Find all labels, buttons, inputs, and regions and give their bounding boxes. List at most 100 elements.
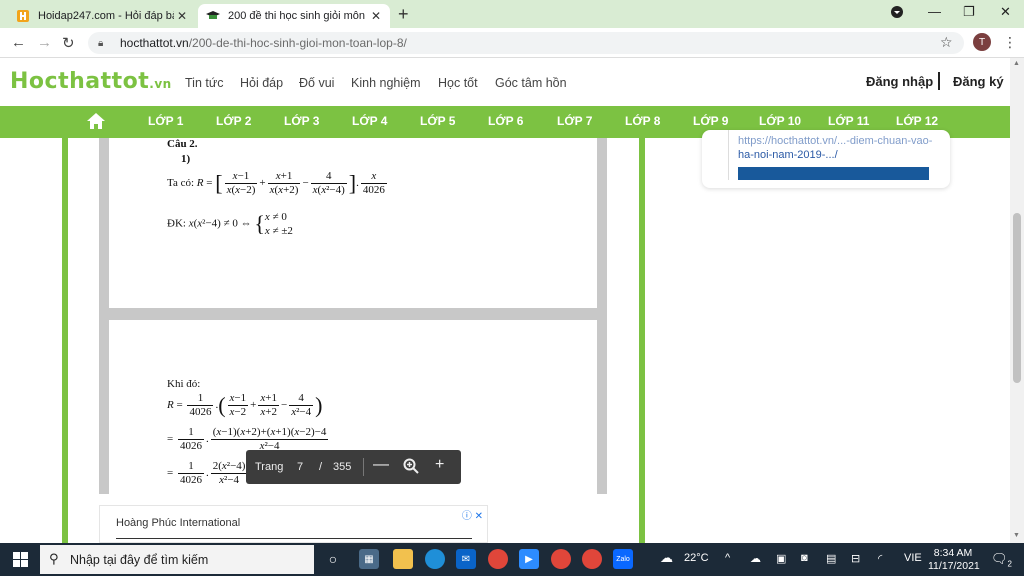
current-page-input[interactable]: 7 xyxy=(297,461,303,473)
logo-suffix: .vn xyxy=(149,77,172,91)
home-icon[interactable] xyxy=(86,112,106,130)
search-placeholder: Nhập tại đây để tìm kiếm xyxy=(70,552,209,567)
network-icon[interactable]: ⊟ xyxy=(851,552,860,565)
zalo-icon[interactable]: Zalo xyxy=(613,549,633,569)
grade-link-7[interactable]: LỚP 7 xyxy=(557,114,592,128)
profile-avatar[interactable]: T xyxy=(973,33,991,51)
zoom-icon[interactable] xyxy=(403,456,419,479)
login-link[interactable]: Đăng nhập xyxy=(866,74,933,89)
card-divider xyxy=(728,130,729,180)
search-icon: ⚲ xyxy=(49,551,59,566)
nav-hoc-tot[interactable]: Học tốt xyxy=(438,76,478,90)
logo-text: Hocthattot xyxy=(10,69,150,94)
tab-title: 200 đề thi học sinh giỏi môn Toá xyxy=(228,10,368,22)
clock-date: 11/17/2021 xyxy=(928,560,980,572)
register-link[interactable]: Đăng ký xyxy=(953,74,1004,89)
link-line: https://hocthattot.vn/...-diem-chuan-vao… xyxy=(738,135,933,147)
sidebar-card: https://hocthattot.vn/...-diem-chuan-vao… xyxy=(702,130,950,188)
onedrive-icon[interactable]: ☁ xyxy=(750,552,761,565)
nav-goc-tam-hon[interactable]: Góc tâm hồn xyxy=(495,76,567,90)
weather-cloud-icon[interactable]: ☁ xyxy=(660,550,673,566)
system-clock[interactable]: 8:34 AM 11/17/2021 xyxy=(928,547,980,573)
nav-kinh-nghiem[interactable]: Kinh nghiệm xyxy=(351,76,421,90)
reload-icon[interactable]: ↻ xyxy=(62,34,75,52)
app-tray-icon[interactable]: ▤ xyxy=(826,552,836,565)
bookmark-star-icon[interactable]: ☆ xyxy=(940,34,953,51)
tab-hocthattot[interactable]: 200 đề thi học sinh giỏi môn Toá ✕ xyxy=(198,4,390,28)
grade-link-6[interactable]: LỚP 6 xyxy=(488,114,523,128)
mail-icon[interactable]: ✉ xyxy=(456,549,476,569)
sidebar-article-link[interactable]: https://hocthattot.vn/...-diem-chuan-vao… xyxy=(738,135,932,162)
browser-tab-strip: Hoidap247.com - Hỏi đáp bài tập ✕ 200 đề… xyxy=(0,0,1024,28)
grade-link-9[interactable]: LỚP 9 xyxy=(693,114,728,128)
graduation-cap-icon xyxy=(206,9,220,23)
ta-co-label: Ta có: xyxy=(167,177,195,190)
meet-icon[interactable]: ▣ xyxy=(776,552,786,565)
store-icon[interactable]: ▦ xyxy=(359,549,379,569)
tab-hoidap247[interactable]: Hoidap247.com - Hỏi đáp bài tập ✕ xyxy=(8,4,196,28)
close-window-button[interactable]: ✕ xyxy=(1000,4,1011,20)
wifi-icon[interactable]: ◜ xyxy=(878,552,882,565)
url-host: hocthattot.vn xyxy=(120,36,189,50)
zoom-app-icon[interactable]: ▶ xyxy=(519,549,539,569)
page-label: Trang xyxy=(255,461,284,473)
page-separator: / xyxy=(319,461,323,473)
pdf-page-toolbar: Trang 7 / 355 — + xyxy=(246,450,461,484)
content-border-right xyxy=(639,138,645,543)
chrome-icon[interactable] xyxy=(488,549,508,569)
camera-icon[interactable]: ◙ xyxy=(801,552,808,564)
file-explorer-icon[interactable] xyxy=(393,549,413,569)
tab-close-icon[interactable]: ✕ xyxy=(368,9,384,23)
nav-tin-tuc[interactable]: Tin tức xyxy=(185,76,223,90)
total-pages: 355 xyxy=(333,461,352,473)
notification-center-icon[interactable]: 🗨︎2 xyxy=(991,551,1012,569)
ad-close-icon[interactable]: ⓘ ✕ xyxy=(462,507,483,522)
cortana-icon[interactable]: ○ xyxy=(323,549,343,569)
back-arrow-icon[interactable]: ← xyxy=(11,34,26,51)
grade-link-12[interactable]: LỚP 12 xyxy=(896,114,938,128)
grade-link-8[interactable]: LỚP 8 xyxy=(625,114,660,128)
address-bar[interactable]: 🔒︎ hocthattot.vn/200-de-thi-hoc-sinh-gio… xyxy=(88,32,964,54)
chrome-profile-icon[interactable] xyxy=(551,549,571,569)
minimize-button[interactable]: — xyxy=(928,4,941,19)
grade-link-11[interactable]: LỚP 11 xyxy=(828,114,869,128)
tab-search-icon[interactable] xyxy=(891,6,903,21)
zoom-out-button[interactable]: — xyxy=(373,456,389,474)
tab-close-icon[interactable]: ✕ xyxy=(174,9,190,23)
language-indicator[interactable]: VIE xyxy=(904,552,922,564)
scroll-down-icon[interactable]: ▼ xyxy=(1013,532,1020,539)
grade-link-3[interactable]: LỚP 3 xyxy=(284,114,319,128)
question-item: 1) xyxy=(181,153,191,165)
hoidap-favicon-icon xyxy=(16,9,30,23)
grade-link-4[interactable]: LỚP 4 xyxy=(352,114,387,128)
nav-hoi-dap[interactable]: Hỏi đáp xyxy=(240,76,283,90)
grade-link-5[interactable]: LỚP 5 xyxy=(420,114,455,128)
zoom-in-button[interactable]: + xyxy=(435,456,444,474)
edge-icon[interactable] xyxy=(425,549,445,569)
grade-link-10[interactable]: LỚP 10 xyxy=(759,114,801,128)
taskbar-search-input[interactable]: ⚲ Nhập tại đây để tìm kiếm xyxy=(40,545,314,574)
new-tab-button[interactable]: + xyxy=(398,4,409,24)
site-logo[interactable]: Hocthattot.vn xyxy=(10,69,172,94)
scroll-thumb[interactable] xyxy=(1013,213,1021,383)
ad-divider xyxy=(116,538,472,539)
nav-do-vui[interactable]: Đố vui xyxy=(299,76,334,90)
menu-kebab-icon[interactable]: ⋮ xyxy=(1003,34,1017,51)
restore-button[interactable]: ❐ xyxy=(963,4,975,20)
advertisement[interactable]: Hoàng Phúc International ⓘ ✕ xyxy=(99,505,488,543)
auth-divider xyxy=(938,72,940,90)
page-scrollbar[interactable]: ▲ ▼ xyxy=(1010,58,1024,543)
tray-chevron-icon[interactable]: ^ xyxy=(725,552,730,564)
lock-icon: 🔒︎ xyxy=(98,37,104,49)
scroll-up-icon[interactable]: ▲ xyxy=(1013,60,1020,67)
sidebar-blue-button[interactable] xyxy=(738,167,929,180)
windows-start-icon[interactable] xyxy=(13,552,28,567)
grade-link-1[interactable]: LỚP 1 xyxy=(148,114,183,128)
notification-count: 2 xyxy=(1007,559,1012,569)
temperature[interactable]: 22°C xyxy=(684,552,709,564)
forward-arrow-icon[interactable]: → xyxy=(37,34,52,51)
equation-r-expanded: R = 1 4026 .(x−1 x−2 + x+1 x+2−4 x²−4) xyxy=(167,392,323,418)
site-header: Hocthattot.vn Tin tức Hỏi đáp Đố vui Kin… xyxy=(0,58,1010,106)
chrome-profile-icon[interactable] xyxy=(582,549,602,569)
grade-link-2[interactable]: LỚP 2 xyxy=(216,114,251,128)
